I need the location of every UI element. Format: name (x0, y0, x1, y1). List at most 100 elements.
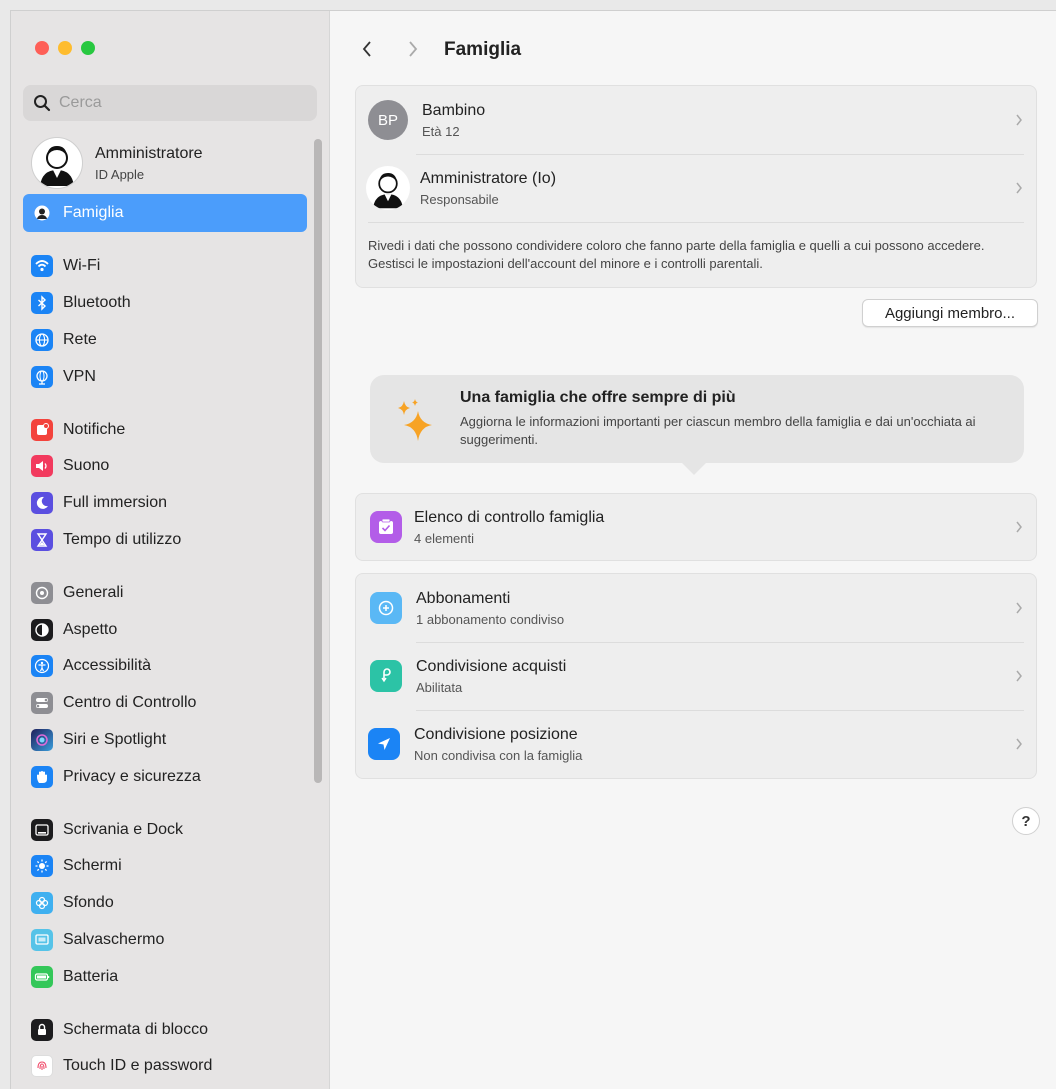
sidebar-item-vpn[interactable]: VPN (23, 358, 307, 395)
settings-window: Amministratore ID Apple Famiglia Wi-Fi B… (10, 10, 1056, 1089)
chevron-right-icon (1016, 521, 1022, 533)
checklist-sub: 4 elementi (414, 530, 474, 546)
service-sub: Non condivisa con la famiglia (414, 747, 583, 763)
member-sub: Responsabile (420, 191, 499, 207)
appearance-icon (31, 618, 53, 641)
bluetooth-icon (31, 292, 53, 315)
avatar-initials: BP (368, 100, 408, 140)
sidebar-nav: Famiglia Wi-Fi Bluetooth Rete VPN Notifi… (23, 194, 307, 1085)
sidebar-item-salvaschermo[interactable]: Salvaschermo (23, 922, 307, 959)
family-icon (31, 202, 53, 224)
sidebar-item-schermi[interactable]: Schermi (23, 848, 307, 885)
sparkles-icon (398, 399, 432, 441)
member-name: Amministratore (Io) (420, 169, 557, 187)
checklist-title: Elenco di controllo famiglia (414, 508, 605, 526)
search-box[interactable] (23, 85, 317, 121)
control-center-icon (31, 692, 53, 715)
location-arrow-icon (368, 728, 400, 760)
search-input[interactable] (57, 93, 301, 113)
moon-icon (31, 492, 53, 515)
purchase-sharing-icon (370, 660, 402, 692)
service-sub: 1 abbonamento condiviso (416, 611, 565, 627)
sidebar-item-label: Rete (63, 330, 97, 348)
services-card: Abbonamenti 1 abbonamento condiviso Cond… (355, 573, 1037, 779)
sidebar-item-accessibilita[interactable]: Accessibilità (23, 648, 307, 685)
sidebar-item-label: Batteria (63, 967, 119, 985)
sidebar-item-suono[interactable]: Suono (23, 448, 307, 485)
subscription-icon (370, 592, 402, 624)
sidebar-item-label: Siri e Spotlight (63, 730, 167, 748)
sidebar-item-schermata-di-blocco[interactable]: Schermata di blocco (23, 1011, 307, 1048)
service-row-condivisione-acquisti[interactable]: Condivisione acquisti Abilitata (356, 642, 1036, 710)
sidebar-item-label: Notifiche (63, 420, 126, 438)
service-row-condivisione-posizione[interactable]: Condivisione posizione Non condivisa con… (356, 710, 1036, 778)
sidebar-item-sfondo[interactable]: Sfondo (23, 885, 307, 922)
checklist-row[interactable]: Elenco di controllo famiglia 4 elementi (356, 494, 1036, 560)
tip-callout: Una famiglia che offre sempre di più Agg… (370, 375, 1024, 475)
sidebar-item-privacy-e-sicurezza[interactable]: Privacy e sicurezza (23, 758, 307, 795)
tip-description: Aggiorna le informazioni importanti per … (460, 414, 976, 447)
members-description: Rivedi i dati che possono condividere co… (368, 222, 1024, 287)
lock-icon (31, 1018, 53, 1041)
sidebar-item-label: Generali (63, 583, 124, 601)
sidebar-item-label: Bluetooth (63, 294, 131, 312)
sidebar-item-famiglia[interactable]: Famiglia (23, 194, 307, 232)
sidebar-item-label: Wi-Fi (63, 257, 101, 275)
wifi-icon (31, 255, 53, 278)
sidebar-item-scrivania-e-dock[interactable]: Scrivania e Dock (23, 811, 307, 848)
chevron-right-icon (1016, 182, 1022, 194)
sidebar-item-full-immersion[interactable]: Full immersion (23, 485, 307, 522)
service-row-abbonamenti[interactable]: Abbonamenti 1 abbonamento condiviso (356, 574, 1036, 642)
sidebar-item-wifi[interactable]: Wi-Fi (23, 248, 307, 285)
back-button[interactable] (356, 37, 378, 61)
main-content: Famiglia BP Bambino Età 12 Amministrator… (330, 11, 1056, 1089)
help-button[interactable]: ? (1012, 807, 1040, 835)
chevron-right-icon (1016, 602, 1022, 614)
sidebar-item-siri-e-spotlight[interactable]: Siri e Spotlight (23, 722, 307, 759)
sidebar-item-batteria[interactable]: Batteria (23, 958, 307, 995)
chevron-right-icon (1016, 114, 1022, 126)
tip-title: Una famiglia che offre sempre di più (460, 389, 736, 406)
service-title: Abbonamenti (416, 589, 511, 607)
wallpaper-icon (31, 892, 53, 915)
account-sub: ID Apple (95, 166, 145, 182)
minimize-button[interactable] (58, 41, 72, 55)
sidebar-item-centro-di-controllo[interactable]: Centro di Controllo (23, 685, 307, 722)
close-button[interactable] (35, 41, 49, 55)
sidebar-item-notifiche[interactable]: Notifiche (23, 411, 307, 448)
sidebar-item-label: Tempo di utilizzo (63, 530, 182, 548)
member-row-amministratore[interactable]: Amministratore (Io) Responsabile (356, 154, 1036, 222)
hourglass-icon (31, 528, 53, 551)
gear-icon (31, 581, 53, 604)
sidebar-item-tempo-di-utilizzo[interactable]: Tempo di utilizzo (23, 522, 307, 559)
account-item[interactable]: Amministratore ID Apple (31, 135, 311, 191)
battery-icon (31, 965, 53, 988)
service-sub: Abilitata (416, 679, 463, 695)
siri-icon (31, 728, 53, 751)
service-title: Condivisione posizione (414, 725, 578, 743)
sidebar-item-rete[interactable]: Rete (23, 322, 307, 359)
sidebar-item-label: Schermi (63, 857, 122, 875)
sidebar-item-generali[interactable]: Generali (23, 574, 307, 611)
window-controls (35, 41, 95, 55)
chevron-right-icon (1016, 670, 1022, 682)
sidebar-item-touch-id-e-password[interactable]: Touch ID e password (23, 1048, 307, 1085)
toolbar: Famiglia (330, 11, 1056, 83)
sidebar-item-aspetto[interactable]: Aspetto (23, 611, 307, 648)
member-row-bambino[interactable]: BP Bambino Età 12 (356, 86, 1036, 154)
forward-button[interactable] (402, 37, 424, 61)
sidebar-item-label: Privacy e sicurezza (63, 767, 201, 785)
add-member-button[interactable]: Aggiungi membro... (862, 299, 1038, 327)
sidebar: Amministratore ID Apple Famiglia Wi-Fi B… (11, 11, 330, 1089)
hand-icon (31, 765, 53, 788)
chevron-right-icon (1016, 738, 1022, 750)
sidebar-scrollbar[interactable] (314, 139, 322, 783)
avatar (366, 166, 410, 210)
sidebar-item-bluetooth[interactable]: Bluetooth (23, 285, 307, 322)
screensaver-icon (31, 928, 53, 951)
sidebar-item-label: Sfondo (63, 894, 114, 912)
speaker-icon (31, 455, 53, 478)
zoom-button[interactable] (81, 41, 95, 55)
person-icon (40, 146, 74, 186)
chevron-right-icon (409, 41, 418, 57)
